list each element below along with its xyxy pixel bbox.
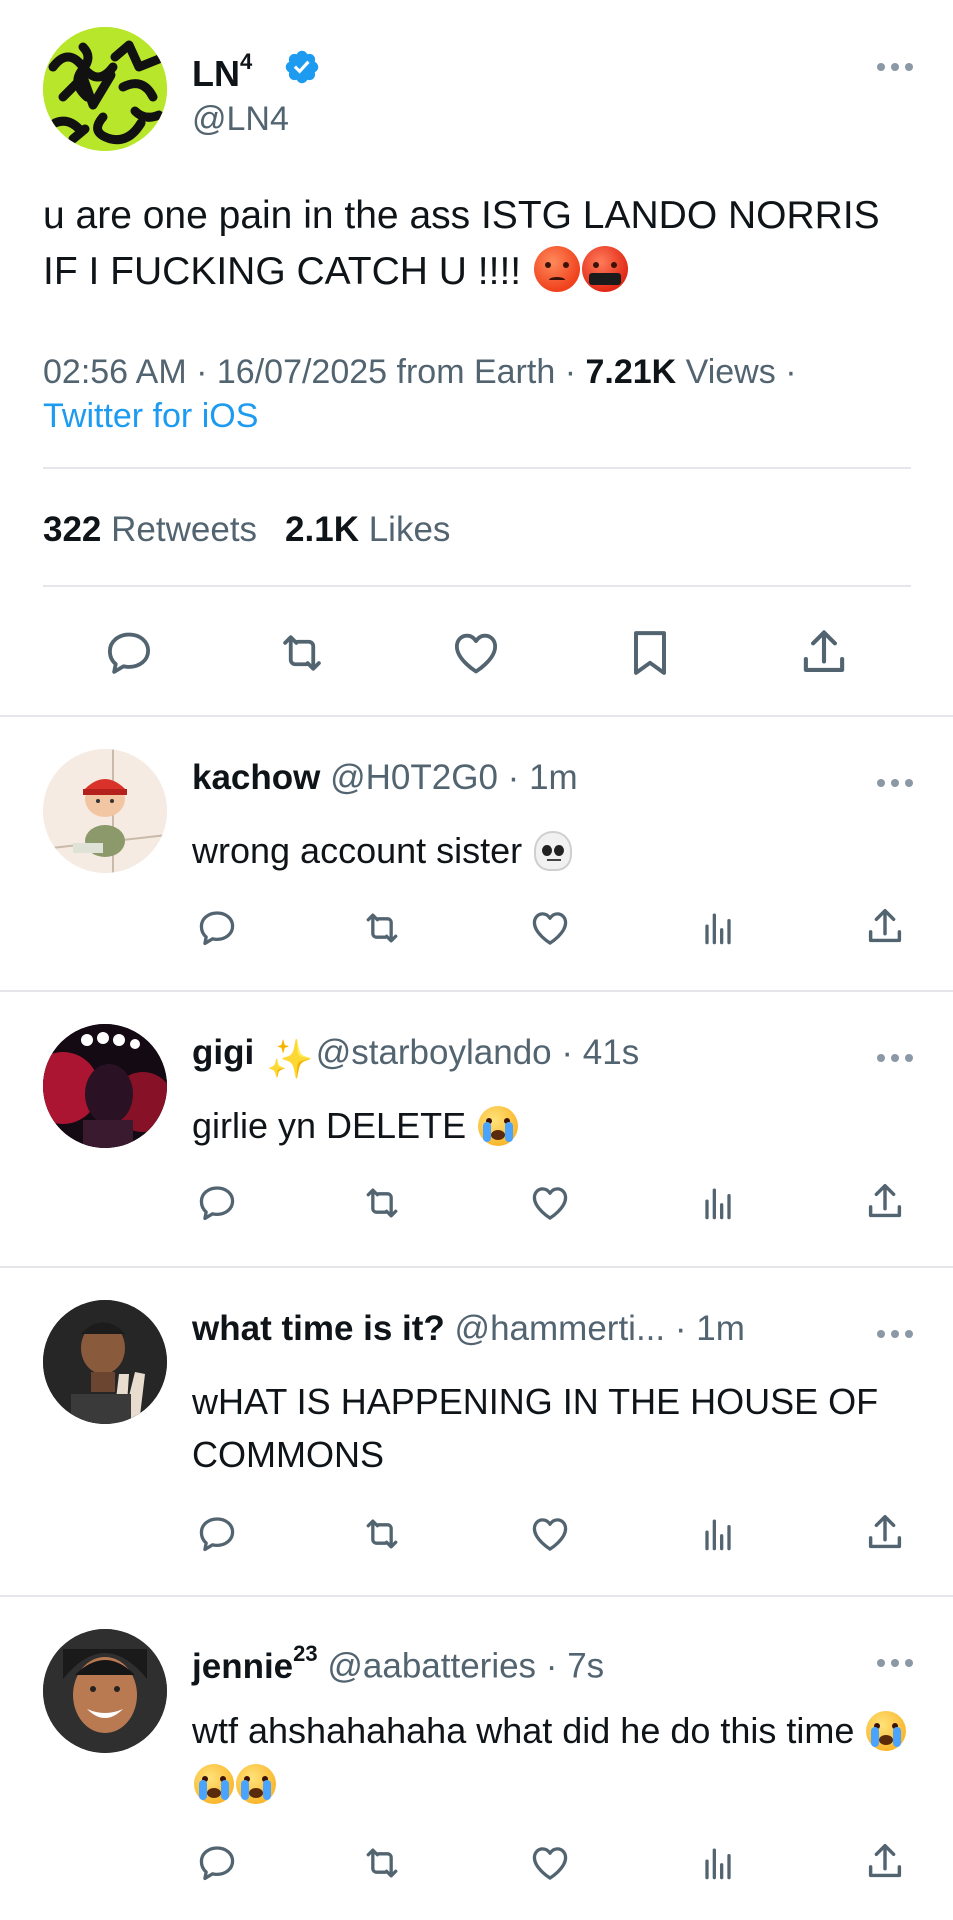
reply-text-content: girlie yn DELETE <box>192 1105 467 1146</box>
reply-handle[interactable]: @starboylando <box>316 1033 552 1072</box>
angry-face-emoji-icon <box>533 246 580 292</box>
glowing-star-emoji-icon: ✨ <box>265 1039 314 1081</box>
reply-text: wrong account sister <box>192 824 922 877</box>
peace-sign-avatar-icon <box>43 1300 167 1424</box>
display-name-sup: 4 <box>240 49 253 74</box>
avatar[interactable] <box>43 1024 167 1148</box>
reply-display-name[interactable]: gigi <box>192 1033 254 1072</box>
share-icon[interactable] <box>861 904 909 950</box>
retweet-icon[interactable] <box>357 1841 407 1885</box>
concert-avatar-icon <box>43 1024 167 1148</box>
retweet-icon[interactable] <box>357 1512 407 1556</box>
ln4-logo-icon <box>43 27 167 151</box>
reply-icon[interactable] <box>100 626 158 680</box>
share-icon[interactable] <box>861 1839 909 1885</box>
tweet-stats: 322 Retweets 2.1K Likes <box>43 508 450 552</box>
reply-text-content: wrong account sister <box>192 830 523 871</box>
retweets-label[interactable]: Retweets <box>111 510 257 549</box>
reply-handle[interactable]: @aabatteries <box>327 1647 536 1686</box>
views-icon[interactable] <box>694 1841 742 1885</box>
reply-time: 1m <box>696 1309 745 1348</box>
retweet-icon[interactable] <box>271 626 333 680</box>
reply-header: gigi ✨ @starboylando · 41s <box>192 1033 640 1081</box>
views-icon[interactable] <box>694 906 742 950</box>
cursing-face-emoji-icon <box>581 246 628 292</box>
reply-tweet[interactable]: gigi ✨ @starboylando · 41s girlie yn DEL… <box>0 992 953 1268</box>
reply-icon[interactable] <box>193 1512 241 1556</box>
like-icon[interactable] <box>526 906 574 950</box>
likes-label[interactable]: Likes <box>369 510 451 549</box>
reply-display-name[interactable]: what time is it? <box>192 1309 445 1348</box>
views-label: Views <box>685 353 776 391</box>
reply-text: girlie yn DELETE <box>192 1099 922 1152</box>
verified-icon <box>283 48 321 86</box>
reply-time: 1m <box>529 758 578 797</box>
display-name-text: LN <box>192 53 240 94</box>
retweets-count[interactable]: 322 <box>43 510 101 549</box>
reply-handle[interactable]: @H0T2G0 <box>330 758 498 797</box>
reply-tweet[interactable]: jennie23 @aabatteries · 7s wtf ahshahaha… <box>0 1597 953 1920</box>
like-icon[interactable] <box>526 1181 574 1225</box>
tweet-source-link[interactable]: Twitter for iOS <box>43 397 258 435</box>
views-count: 7.21K <box>585 353 677 391</box>
loudly-crying-emoji-icon <box>236 1764 276 1804</box>
reply-header: what time is it? @hammerti... · 1m <box>192 1309 745 1348</box>
bookmark-icon[interactable] <box>622 624 678 682</box>
tweet-text: u are one pain in the ass ISTG LANDO NOR… <box>43 188 913 300</box>
reply-time: 7s <box>567 1646 605 1686</box>
tweet-date: 16/07/2025 <box>216 353 388 391</box>
share-icon[interactable] <box>861 1179 909 1225</box>
cartoon-avatar-icon <box>43 749 167 873</box>
skull-emoji-icon <box>534 831 573 871</box>
share-icon[interactable] <box>795 624 853 682</box>
views-icon[interactable] <box>694 1512 742 1556</box>
display-name[interactable]: LN4 <box>192 44 252 96</box>
handle[interactable]: @LN4 <box>192 98 289 140</box>
avatar[interactable] <box>43 1300 167 1424</box>
reply-tweet[interactable]: kachow @H0T2G0 · 1m wrong account sister <box>0 717 953 992</box>
reply-header: jennie23 @aabatteries · 7s <box>192 1641 605 1686</box>
loudly-crying-emoji-icon <box>194 1764 234 1804</box>
reply-header: kachow @H0T2G0 · 1m <box>192 758 578 797</box>
reply-display-name[interactable]: kachow <box>192 758 320 797</box>
like-icon[interactable] <box>447 626 505 680</box>
divider <box>43 467 911 469</box>
tweet-meta: 02:56 AM · 16/07/2025 from Earth · 7.21K… <box>43 353 797 435</box>
reply-tweet[interactable]: what time is it? @hammerti... · 1m wHAT … <box>0 1268 953 1597</box>
tweet-location: from Earth <box>396 353 556 391</box>
reply-icon[interactable] <box>193 906 241 950</box>
reply-text-content: wtf ahshahahaha what did he do this time <box>192 1710 855 1751</box>
more-icon[interactable] <box>877 1054 915 1064</box>
avatar[interactable] <box>43 1629 167 1753</box>
more-icon[interactable] <box>877 1330 915 1340</box>
tweet-time: 02:56 AM <box>43 353 187 391</box>
like-icon[interactable] <box>526 1512 574 1556</box>
avatar[interactable] <box>43 749 167 873</box>
views-icon[interactable] <box>694 1181 742 1225</box>
likes-count[interactable]: 2.1K <box>285 510 359 549</box>
share-icon[interactable] <box>861 1510 909 1556</box>
more-icon[interactable] <box>877 63 915 73</box>
retweet-icon[interactable] <box>357 906 407 950</box>
more-icon[interactable] <box>877 779 915 789</box>
loudly-crying-emoji-icon <box>478 1106 519 1146</box>
smiling-person-avatar-icon <box>43 1629 167 1753</box>
like-icon[interactable] <box>526 1841 574 1885</box>
divider <box>43 585 911 587</box>
reply-time: 41s <box>582 1033 640 1072</box>
retweet-icon[interactable] <box>357 1181 407 1225</box>
loudly-crying-emoji-icon <box>866 1711 907 1751</box>
avatar[interactable] <box>43 27 167 151</box>
reply-display-name[interactable]: jennie23 <box>192 1641 318 1686</box>
reply-handle[interactable]: @hammerti... <box>455 1309 666 1348</box>
main-tweet: LN4 @LN4 u are one pain in the ass ISTG … <box>0 0 953 717</box>
reply-text: wtf ahshahahaha what did he do this time <box>192 1704 922 1810</box>
tweet-detail-page: LN4 @LN4 u are one pain in the ass ISTG … <box>0 0 953 1920</box>
reply-icon[interactable] <box>193 1181 241 1225</box>
more-icon[interactable] <box>877 1659 915 1669</box>
reply-icon[interactable] <box>193 1841 241 1885</box>
reply-text: wHAT IS HAPPENING IN THE HOUSE OF COMMON… <box>192 1381 879 1475</box>
tweet-text-content: u are one pain in the ass ISTG LANDO NOR… <box>43 194 880 293</box>
